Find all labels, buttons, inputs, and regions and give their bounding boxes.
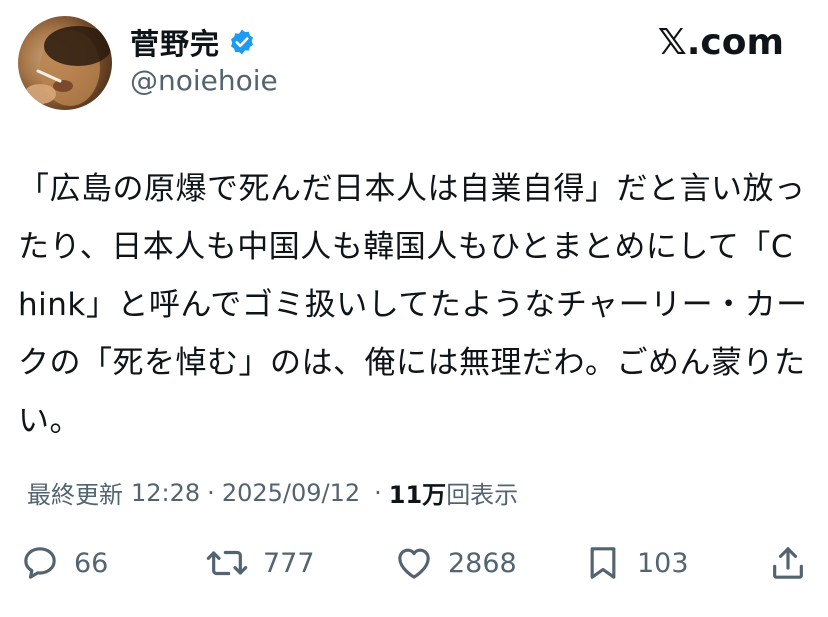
tweet-date[interactable]: 2025/09/12	[222, 479, 360, 507]
like-button[interactable]: 2868	[394, 538, 517, 588]
meta-separator-2: ·	[374, 478, 382, 507]
repost-icon	[206, 550, 248, 576]
bookmark-count: 103	[637, 547, 689, 579]
action-bar: 66 777 2868 103	[0, 538, 828, 588]
author-name-row[interactable]: 菅野完	[130, 22, 256, 62]
x-logo[interactable]: 𝕏.com	[658, 22, 784, 63]
repost-count: 777	[263, 547, 315, 579]
verified-badge-icon	[228, 28, 256, 56]
reply-icon	[24, 547, 56, 579]
bookmark-icon	[590, 547, 616, 579]
reply-button[interactable]: 66	[20, 538, 108, 588]
bookmark-button[interactable]: 103	[583, 538, 689, 588]
share-button[interactable]	[768, 538, 808, 588]
reply-count: 66	[74, 547, 109, 579]
avatar[interactable]	[18, 16, 112, 110]
tweet-text: 「広島の原爆で死んだ日本人は自業自得」だと言い放ったり、日本人も中国人も韓国人も…	[18, 171, 808, 439]
repost-button[interactable]: 777	[205, 538, 315, 588]
avatar-photo	[24, 26, 112, 106]
meta-separator: ·	[207, 478, 215, 507]
tweet-meta: 最終更新 12:28 · 2025/09/12 · 11万 回表示	[27, 475, 518, 510]
tweet-time[interactable]: 12:28	[131, 479, 200, 507]
updated-label: 最終更新	[27, 481, 123, 509]
author-display-name[interactable]: 菅野完	[130, 21, 220, 63]
share-icon	[773, 547, 803, 579]
like-count: 2868	[448, 547, 517, 579]
author-handle[interactable]: @noiehoie	[130, 64, 278, 97]
views-count[interactable]: 11万	[389, 475, 446, 510]
heart-icon	[398, 548, 430, 579]
views-label: 回表示	[446, 481, 519, 509]
